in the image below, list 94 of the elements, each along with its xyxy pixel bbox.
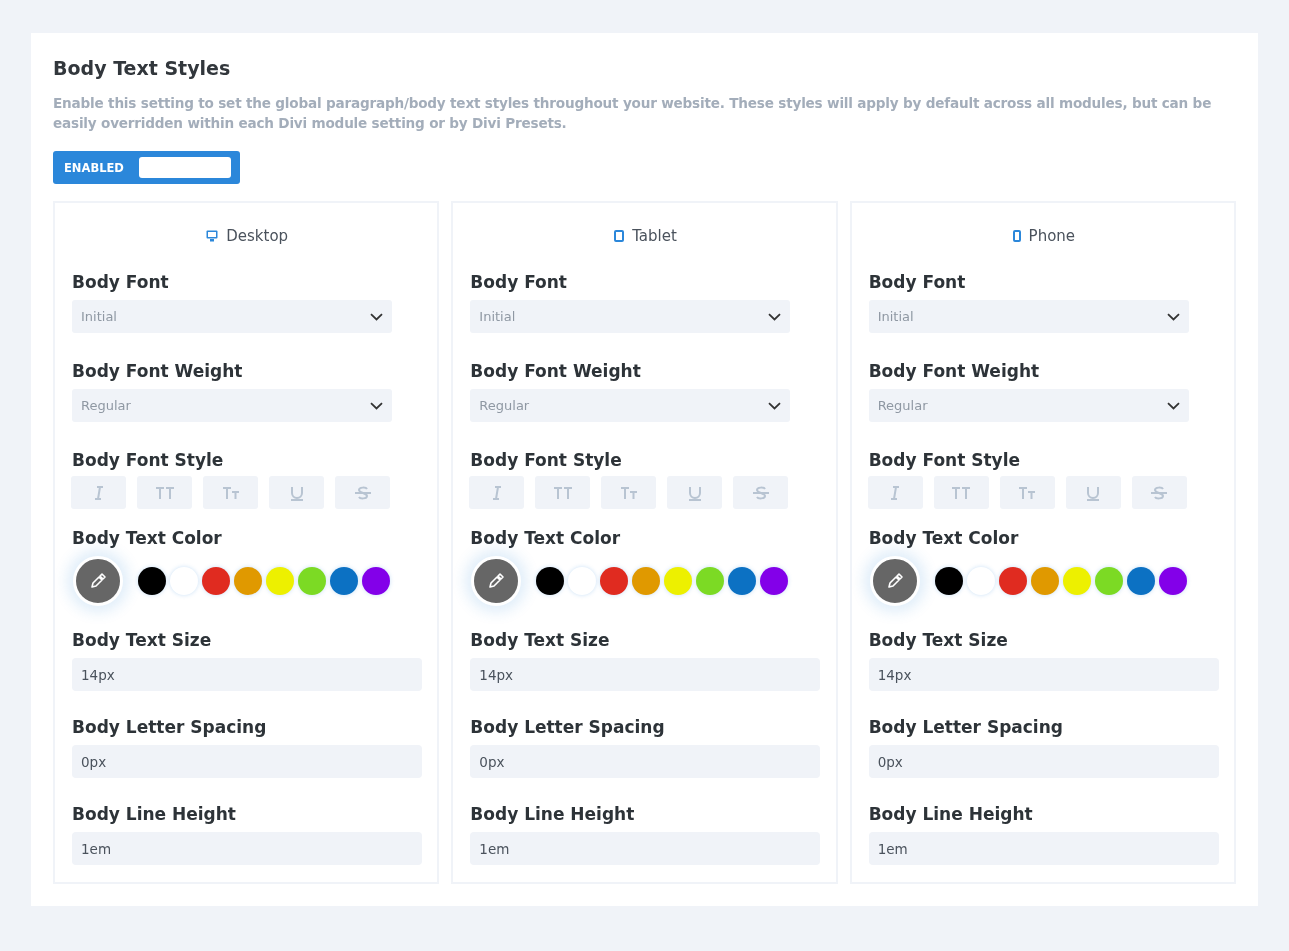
input-field[interactable]: 0px [868, 745, 1219, 778]
chevron-down-icon [1166, 312, 1180, 321]
strikethrough-icon [750, 484, 771, 501]
color-swatch[interactable] [600, 567, 629, 595]
input-field[interactable]: 1em [72, 832, 422, 865]
italic-button[interactable] [867, 476, 923, 509]
italic-button[interactable] [71, 476, 126, 509]
eyedropper-icon [487, 572, 506, 590]
strikethrough-button[interactable] [733, 476, 789, 509]
field-label: Body Text Color [868, 527, 1020, 550]
tablet-icon [614, 230, 625, 242]
uppercase-icon [951, 484, 972, 501]
smallcaps-button[interactable] [999, 476, 1055, 509]
color-swatch[interactable] [998, 567, 1027, 595]
field-label: Body Text Size [470, 629, 611, 652]
field-label: Body Font [470, 271, 568, 294]
input-field[interactable]: 14px [470, 658, 821, 691]
phone-icon [1012, 230, 1021, 242]
underline-button[interactable] [269, 476, 324, 509]
color-picker-button[interactable] [73, 556, 123, 606]
color-swatch[interactable] [234, 567, 262, 595]
color-swatch[interactable] [362, 567, 390, 595]
section-title: Body Text Styles [53, 56, 232, 81]
color-swatch[interactable] [934, 567, 963, 595]
chevron-down-icon [768, 312, 782, 321]
eyedropper-icon [885, 572, 904, 590]
color-swatch[interactable] [536, 567, 565, 595]
field-label: Body Font Weight [868, 360, 1041, 383]
input-field[interactable]: 1em [868, 832, 1219, 865]
color-swatch[interactable] [760, 567, 789, 595]
color-swatch[interactable] [632, 567, 661, 595]
field-label: Body Font Style [868, 449, 1022, 472]
smallcaps-icon [220, 484, 241, 501]
field-label: Body Text Size [868, 629, 1009, 652]
chevron-down-icon [768, 401, 782, 410]
uppercase-icon [552, 484, 573, 501]
strikethrough-icon [352, 484, 373, 501]
field-label: Body Letter Spacing [470, 716, 666, 739]
color-swatch[interactable] [138, 567, 166, 595]
monitor-icon [206, 230, 219, 242]
smallcaps-icon [1017, 484, 1038, 501]
device-label: Phone [1028, 227, 1076, 245]
device-label: Desktop [226, 227, 289, 245]
device-label: Tablet [632, 227, 677, 245]
input-field[interactable]: 1em [470, 832, 821, 865]
smallcaps-button[interactable] [203, 476, 258, 509]
underline-button[interactable] [667, 476, 723, 509]
field-label: Body Letter Spacing [72, 716, 268, 739]
field-label: Body Font Weight [470, 360, 642, 383]
field-label: Body Font Style [72, 449, 225, 472]
section-description: Enable this setting to set the global paragraph/body text styles throughout your website. These styles will apply by default across all modules, but can be easily overridden within each Divi module setting or by Divi Presets. [53, 94, 1213, 133]
input-field[interactable]: 0px [72, 745, 422, 778]
color-swatch[interactable] [330, 567, 358, 595]
field-label: Body Letter Spacing [868, 716, 1064, 739]
color-swatch[interactable] [696, 567, 725, 595]
color-swatch[interactable] [1062, 567, 1091, 595]
color-swatch[interactable] [298, 567, 326, 595]
field-label: Body Font Style [470, 449, 623, 472]
enabled-toggle[interactable]: ENABLED [53, 151, 240, 184]
smallcaps-icon [618, 484, 639, 501]
chevron-down-icon [370, 312, 383, 321]
input-field[interactable]: 14px [868, 658, 1219, 691]
strikethrough-icon [1149, 484, 1170, 501]
color-swatch[interactable] [1094, 567, 1123, 595]
color-swatch[interactable] [1030, 567, 1059, 595]
chevron-down-icon [370, 401, 383, 410]
italic-button[interactable] [469, 476, 525, 509]
underline-button[interactable] [1065, 476, 1121, 509]
field-label: Body Line Height [470, 803, 636, 826]
smallcaps-button[interactable] [601, 476, 657, 509]
uppercase-button[interactable] [535, 476, 591, 509]
field-label: Body Line Height [72, 803, 237, 826]
eyedropper-icon [89, 572, 107, 590]
color-swatch[interactable] [664, 567, 693, 595]
uppercase-button[interactable] [933, 476, 989, 509]
field-label: Body Text Color [470, 527, 622, 550]
input-field[interactable]: 14px [72, 658, 422, 691]
field-label: Body Text Color [72, 527, 223, 550]
color-swatch[interactable] [266, 567, 294, 595]
strikethrough-button[interactable] [335, 476, 390, 509]
color-swatch[interactable] [1158, 567, 1187, 595]
color-swatch[interactable] [202, 567, 230, 595]
field-label: Body Font [868, 271, 967, 294]
strikethrough-button[interactable] [1131, 476, 1187, 509]
chevron-down-icon [1166, 401, 1180, 410]
uppercase-button[interactable] [137, 476, 192, 509]
field-label: Body Font [72, 271, 170, 294]
input-field[interactable]: 0px [470, 745, 821, 778]
field-label: Body Font Weight [72, 360, 244, 383]
color-swatch[interactable] [728, 567, 757, 595]
field-label: Body Text Size [72, 629, 213, 652]
uppercase-icon [154, 484, 175, 501]
field-label: Body Line Height [868, 803, 1034, 826]
color-swatch[interactable] [1126, 567, 1155, 595]
